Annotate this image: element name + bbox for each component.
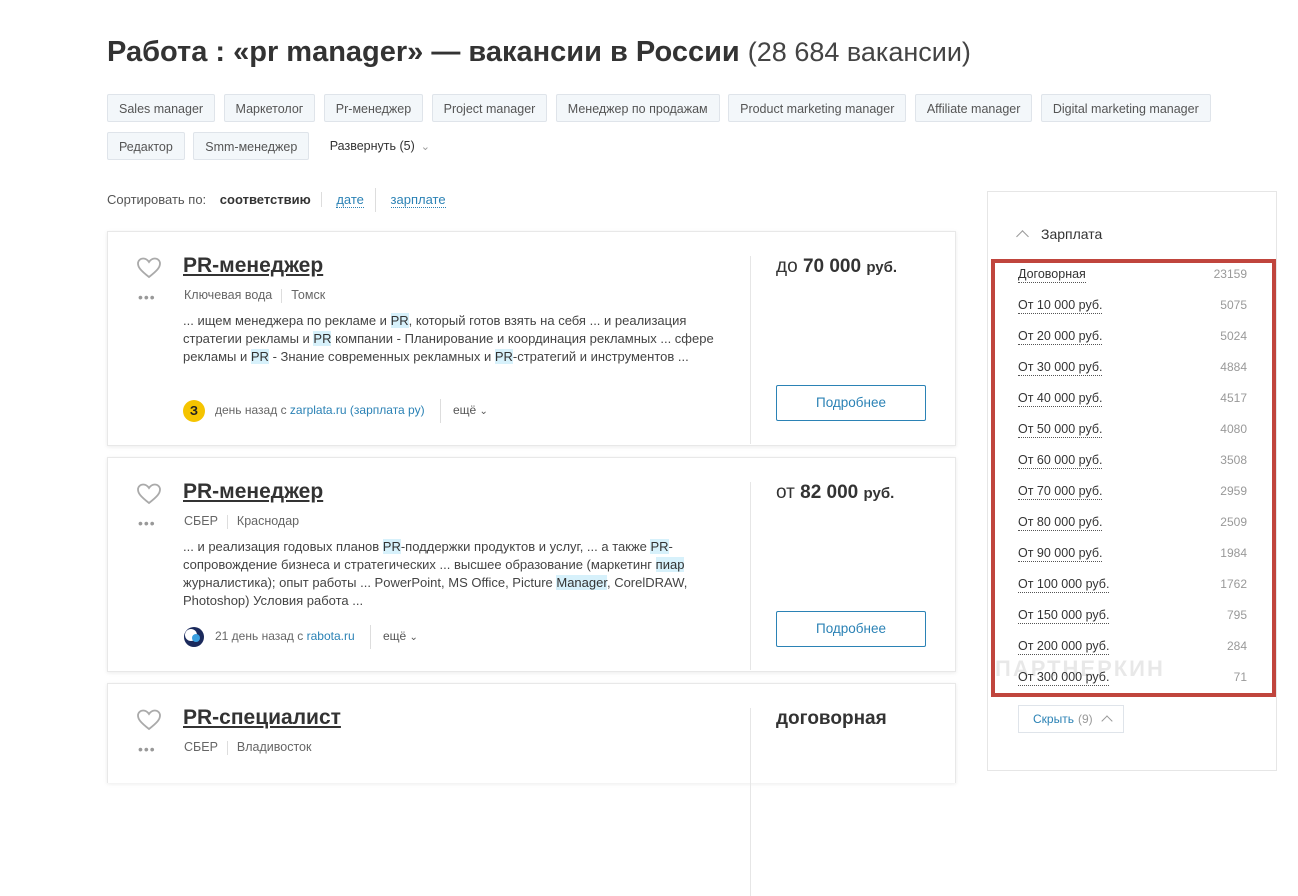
vacancy-source: 21 день назад с rabota.ru ещё ⌄ (183, 625, 418, 649)
vacancy-salary: до 70 000 руб. (776, 256, 897, 278)
salary-filter-title: Зарплата (1041, 226, 1103, 242)
sort-by-salary-link[interactable]: зарплате (390, 192, 446, 208)
annotation-highlight-box (991, 259, 1276, 697)
vacancy-salary: договорная (776, 708, 887, 729)
tag-editor[interactable]: Редактор (107, 132, 185, 160)
rabota-logo-icon (184, 626, 204, 647)
sort-current: соответствию (219, 192, 322, 207)
keyword-highlight: PR (382, 539, 401, 554)
more-dropdown[interactable]: ещё ⌄ (369, 625, 418, 649)
heart-icon[interactable] (136, 708, 162, 732)
page-title: Работа : «pr manager» — вакансии в Росси… (107, 36, 971, 69)
keyword-highlight: PR (250, 349, 269, 364)
tag-product-marketing-manager[interactable]: Product marketing manager (728, 94, 907, 122)
more-label: ещё (382, 629, 407, 643)
vacancy-card[interactable]: ••• PR-менеджер СБЕР Краснодар ... и реал… (107, 457, 956, 672)
collapse-filter-button[interactable]: Скрыть (9) (1018, 705, 1124, 733)
company-name: Ключевая вода (184, 288, 273, 302)
company-name: СБЕР (184, 514, 218, 528)
description-text: ... и реализация годовых планов (183, 539, 383, 554)
chevron-up-icon (1016, 230, 1029, 243)
card-divider (750, 708, 751, 896)
heart-icon[interactable] (136, 482, 162, 506)
more-options-icon[interactable]: ••• (138, 290, 156, 304)
expand-tags-button[interactable]: Развернуть (5) ⌄ (318, 132, 440, 160)
city-name: Владивосток (236, 740, 312, 754)
vacancy-meta: Ключевая вода Томск (184, 288, 325, 303)
source-time: 21 день назад с (215, 629, 307, 643)
vacancy-count: (28 684 вакансии) (747, 37, 971, 67)
source-link[interactable]: rabota.ru (307, 629, 355, 643)
keyword-highlight: PR (494, 349, 513, 364)
more-options-icon[interactable]: ••• (138, 516, 156, 530)
vacancy-meta: СБЕР Владивосток (184, 740, 311, 755)
keyword-highlight: пиар (655, 557, 685, 572)
salary-prefix: от (776, 482, 795, 503)
card-divider (750, 256, 751, 444)
expand-tags-label: Развернуть (5) (329, 139, 415, 153)
description-text: ... ищем менеджера по рекламе и (183, 313, 391, 328)
collapse-count: (9) (1077, 712, 1093, 726)
salary-prefix: до (776, 256, 798, 277)
keyword-highlight: Manager (556, 575, 607, 590)
salary-amount: 70 000 (802, 256, 862, 277)
more-options-icon[interactable]: ••• (138, 742, 156, 756)
zarplata-logo-icon: З (183, 399, 205, 422)
keyword-highlight: PR (390, 313, 409, 328)
vacancy-card[interactable]: ••• PR-специалист СБЕР Владивосток догово… (107, 683, 956, 896)
city-name: Томск (291, 288, 326, 302)
vacancy-salary: от 82 000 руб. (776, 482, 894, 504)
salary-unit: руб. (863, 485, 895, 502)
card-divider (750, 482, 751, 670)
sort-label: Сортировать по: (107, 192, 207, 207)
tag-digital-marketing-manager[interactable]: Digital marketing manager (1040, 94, 1211, 122)
salary-filter-toggle[interactable]: Зарплата (1016, 226, 1103, 243)
details-button[interactable]: Подробнее (776, 385, 926, 421)
keyword-highlight: PR (313, 331, 332, 346)
vacancy-title-link[interactable]: PR-менеджер (183, 254, 323, 278)
description-text: - Знание современных рекламных и (268, 349, 495, 364)
city-name: Краснодар (236, 514, 300, 528)
source-time: день назад с (215, 403, 290, 417)
sort-by-date-link[interactable]: дате (336, 192, 364, 208)
vacancy-meta: СБЕР Краснодар (184, 514, 299, 529)
page-title-text: Работа : «pr manager» — вакансии в Росси… (107, 36, 740, 68)
company-name: СБЕР (184, 740, 218, 754)
tag-project-manager[interactable]: Project manager (431, 94, 548, 122)
salary-unit: руб. (866, 259, 898, 276)
chevron-down-icon: ⌄ (409, 632, 418, 643)
vacancy-source: Здень назад с zarplata.ru (зарплата ру) … (183, 399, 488, 423)
more-dropdown[interactable]: ещё ⌄ (439, 399, 488, 423)
vacancy-card[interactable]: ••• PR-менеджер Ключевая вода Томск ... и… (107, 231, 956, 446)
tag-smm-manager[interactable]: Smm-менеджер (193, 132, 310, 160)
tag-marketolog[interactable]: Маркетолог (223, 94, 316, 122)
description-text: -стратегий и инструментов ... (512, 349, 689, 364)
chevron-down-icon: ⌄ (479, 406, 488, 417)
chevron-up-icon (1101, 715, 1113, 727)
description-text: журналистика); опыт работы ... PowerPoin… (183, 575, 557, 590)
heart-icon[interactable] (136, 256, 162, 280)
description-text: -поддержки продуктов и услуг, ... а такж… (400, 539, 651, 554)
related-tags: Sales manager Маркетолог Pr-менеджер Pro… (107, 94, 1277, 170)
details-button[interactable]: Подробнее (776, 611, 926, 647)
chevron-down-icon: ⌄ (420, 141, 430, 153)
more-label: ещё (452, 403, 477, 417)
collapse-label: Скрыть (1033, 712, 1074, 726)
tag-affiliate-manager[interactable]: Affiliate manager (914, 94, 1033, 122)
sort-bar: Сортировать по: соответствию дате зарпла… (107, 188, 446, 212)
vacancy-description: ... ищем менеджера по рекламе и PR, кото… (183, 312, 728, 366)
tag-sales-manager[interactable]: Sales manager (107, 94, 216, 122)
salary-amount: 82 000 (800, 482, 859, 503)
tag-sales-manager-ru[interactable]: Менеджер по продажам (555, 94, 720, 122)
keyword-highlight: PR (650, 539, 669, 554)
vacancy-title-link[interactable]: PR-специалист (183, 706, 341, 730)
vacancy-title-link[interactable]: PR-менеджер (183, 480, 323, 504)
tag-pr-manager[interactable]: Pr-менеджер (323, 94, 424, 122)
vacancy-description: ... и реализация годовых планов PR-подде… (183, 538, 728, 610)
source-link[interactable]: zarplata.ru (зарплата ру) (290, 403, 425, 417)
